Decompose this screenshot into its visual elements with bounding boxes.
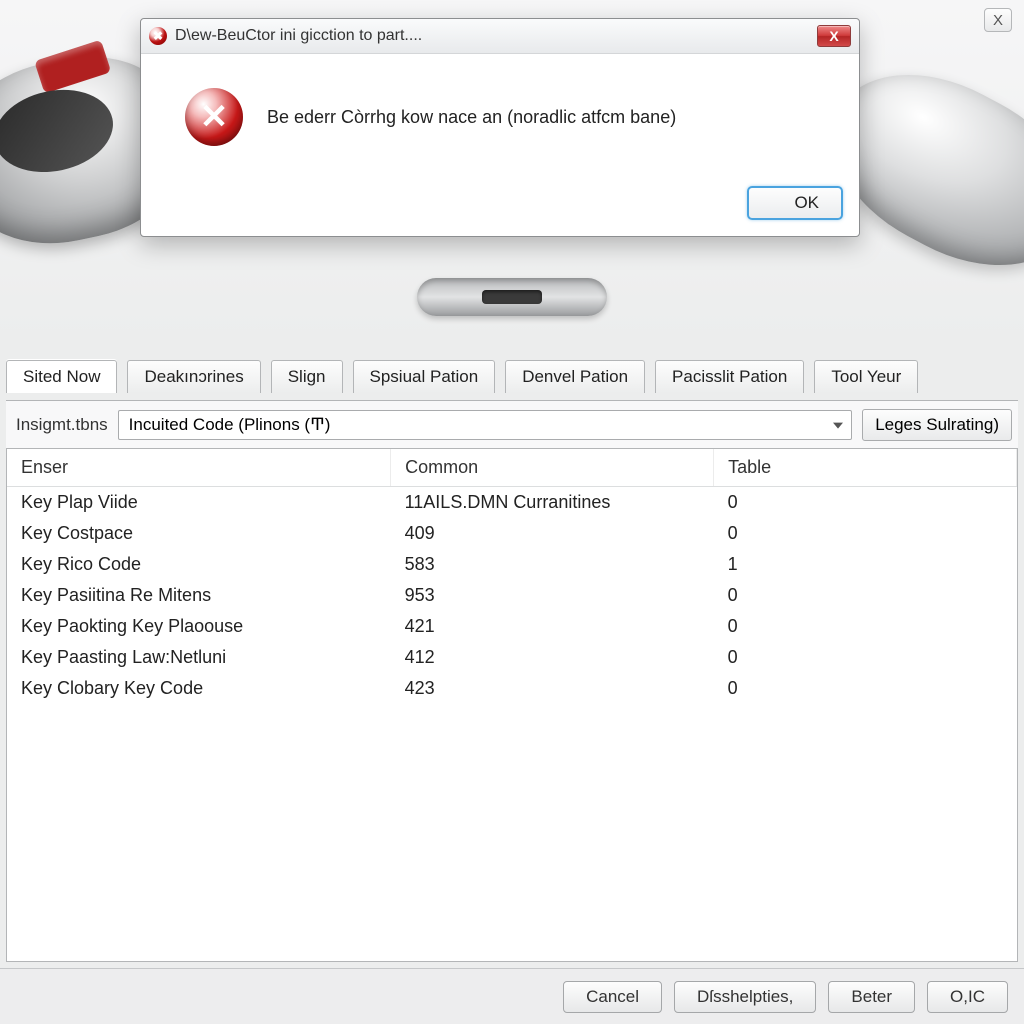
table-header-row: Enser Common Table	[7, 449, 1017, 487]
cell-table: 0	[714, 642, 1017, 673]
table-row[interactable]: Key Rico Code 583 1	[7, 549, 1017, 580]
error-icon: ✕	[185, 88, 243, 146]
dialog-body: ✕ Be ederr Còrrhg kow nace an (noradlic …	[141, 54, 859, 176]
dialog-title: D\ew-BeuCtor ini gicction to part....	[175, 27, 809, 45]
code-dropdown[interactable]: Incuited Code (Plinons (Ͳ)	[118, 410, 853, 440]
dialog-close-button[interactable]: X	[817, 25, 851, 47]
cell-enser: Key Paokting Key Plaoouse	[7, 611, 391, 642]
col-enser[interactable]: Enser	[7, 449, 391, 487]
disshelpties-button[interactable]: Dſsshelpties,	[674, 981, 816, 1013]
cell-enser: Key Clobary Key Code	[7, 673, 391, 704]
cancel-button[interactable]: Cancel	[563, 981, 662, 1013]
cell-table: 0	[714, 518, 1017, 549]
table-row[interactable]: Key Clobary Key Code 423 0	[7, 673, 1017, 704]
dialog-message: Be ederr Còrrhg kow nace an (noradlic at…	[267, 107, 676, 128]
cell-table: 0	[714, 611, 1017, 642]
tab-denvel-pation[interactable]: Denvel Pation	[505, 360, 645, 393]
table-row[interactable]: Key Pasiitina Re Mitens 953 0	[7, 580, 1017, 611]
filter-row: Insigmt.tbns Incuited Code (Plinons (Ͳ) …	[6, 400, 1018, 449]
cell-common: 409	[391, 518, 714, 549]
cell-enser: Key Pasiitina Re Mitens	[7, 580, 391, 611]
close-icon: X	[829, 28, 838, 44]
dropdown-label: Insigmt.tbns	[12, 415, 108, 435]
cell-enser: Key Costpace	[7, 518, 391, 549]
tab-pacisslit-pation[interactable]: Pacisslit Pation	[655, 360, 804, 393]
data-table: Enser Common Table Key Plap Viide 11AILS…	[6, 448, 1018, 962]
col-common[interactable]: Common	[391, 449, 714, 487]
cell-enser: Key Rico Code	[7, 549, 391, 580]
ok-button[interactable]: OK	[747, 186, 843, 220]
error-dialog: ✖ D\ew-BeuCtor ini gicction to part.... …	[140, 18, 860, 237]
tab-spsiual-pation[interactable]: Spsiual Pation	[353, 360, 496, 393]
close-icon: X	[993, 12, 1003, 29]
cell-common: 421	[391, 611, 714, 642]
cell-common: 583	[391, 549, 714, 580]
tab-deakinorines[interactable]: Deakınɔrines	[127, 360, 260, 393]
dropdown-value: Incuited Code (Plinons (Ͳ)	[129, 415, 331, 434]
cell-common: 11AILS.DMN Curranitines	[391, 487, 714, 519]
dialog-titlebar: ✖ D\ew-BeuCtor ini gicction to part.... …	[141, 19, 859, 54]
oic-button[interactable]: O,IC	[927, 981, 1008, 1013]
cell-enser: Key Plap Viide	[7, 487, 391, 519]
table-row[interactable]: Key Plap Viide 11AILS.DMN Curranitines 0	[7, 487, 1017, 519]
cell-table: 0	[714, 487, 1017, 519]
cell-common: 423	[391, 673, 714, 704]
cell-common: 953	[391, 580, 714, 611]
col-table[interactable]: Table	[714, 449, 1017, 487]
tab-bar: Sited Now Deakınɔrines Slign Spsiual Pat…	[6, 360, 1018, 393]
cell-table: 1	[714, 549, 1017, 580]
cell-common: 412	[391, 642, 714, 673]
tab-tool-yeur[interactable]: Tool Yeur	[814, 360, 918, 393]
tab-slign[interactable]: Slign	[271, 360, 343, 393]
leges-sulrating-button[interactable]: Leges Sulrating)	[862, 409, 1012, 441]
cell-table: 0	[714, 673, 1017, 704]
table-row[interactable]: Key Paasting Law:Netluni 412 0	[7, 642, 1017, 673]
tab-sited-now[interactable]: Sited Now	[6, 360, 117, 393]
window-close-button[interactable]: X	[984, 8, 1012, 32]
error-title-icon: ✖	[149, 27, 167, 45]
beter-button[interactable]: Beter	[828, 981, 915, 1013]
table-row[interactable]: Key Paokting Key Plaoouse 421 0	[7, 611, 1017, 642]
cell-table: 0	[714, 580, 1017, 611]
cell-enser: Key Paasting Law:Netluni	[7, 642, 391, 673]
port-graphic	[417, 278, 607, 316]
dialog-footer: OK	[141, 176, 859, 236]
bottom-button-bar: Cancel Dſsshelpties, Beter O,IC	[0, 968, 1024, 1024]
table-row[interactable]: Key Costpace 409 0	[7, 518, 1017, 549]
